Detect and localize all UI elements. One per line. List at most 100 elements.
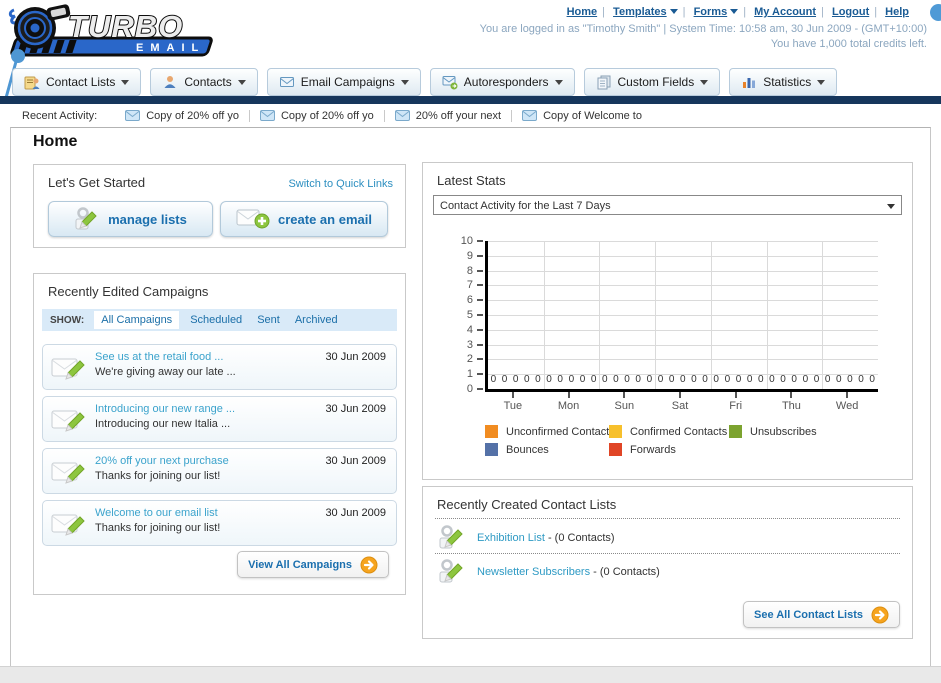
campaign-subject-link[interactable]: Introducing our new range ... (95, 403, 235, 415)
campaign-subject-link[interactable]: 20% off your next purchase (95, 455, 229, 467)
create-an-email-button[interactable]: create an email (220, 201, 388, 237)
recent-activity-label: Recent Activity: (22, 109, 98, 122)
nav-my-account-link[interactable]: My Account (754, 6, 816, 18)
login-status-text: You are logged in as "Timothy Smith" | S… (479, 23, 927, 35)
envelope-pencil-icon (51, 462, 85, 484)
stats-report-select[interactable]: Contact Activity for the Last 7 Days (433, 195, 902, 215)
filter-all-campaigns[interactable]: All Campaigns (94, 311, 180, 329)
x-axis-tick-label: Sun (614, 400, 635, 412)
chart-gridline (488, 285, 878, 287)
x-axis-tick-label: Thu (781, 400, 801, 412)
legend-item: Forwards (609, 443, 676, 456)
envelope-plus-icon (236, 209, 270, 229)
get-started-panel: Let's Get Started Switch to Quick Links … (33, 164, 406, 248)
legend-item: Confirmed Contacts (609, 425, 727, 438)
contact-list-count: - (0 Contacts) (593, 566, 660, 578)
top-nav: Home | Templates | Forms | My Account | Logo… (566, 6, 909, 18)
campaign-subject-link[interactable]: Welcome to our email list (95, 507, 218, 519)
data-value-label: 0 (702, 374, 708, 385)
recent-activity-item[interactable]: Copy of 20% off yo (115, 109, 250, 122)
chart-gridline (488, 359, 878, 361)
nav-home-link[interactable]: Home (567, 6, 598, 18)
campaign-filter-bar: SHOW: All Campaigns Scheduled Sent Archi… (42, 309, 397, 331)
data-value-label: 0 (501, 374, 508, 385)
nav-forms-link[interactable]: Forms (694, 6, 728, 18)
campaign-date: 30 Jun 2009 (325, 455, 386, 467)
envelope-icon (279, 77, 294, 87)
tab-autoresponders[interactable]: Autoresponders (429, 68, 575, 96)
recent-activity-item[interactable]: 20% off your next (385, 109, 513, 122)
arrow-right-circle-icon (360, 556, 378, 573)
y-axis-tick-label: 0 (466, 383, 473, 395)
list-pencil-icon (439, 525, 463, 549)
data-value-label: 0 (568, 374, 575, 385)
y-axis-tick-label: 7 (466, 279, 473, 292)
contact-list-name-link[interactable]: Newsletter Subscribers (477, 566, 590, 578)
x-axis-tick (511, 392, 514, 398)
data-value-label: 0 (802, 374, 809, 385)
chart-gridline (488, 241, 878, 242)
data-value-label: 0 (602, 374, 608, 385)
data-value-label: 0 (579, 374, 586, 385)
contact-list-name-link[interactable]: Exhibition List (477, 532, 545, 544)
data-value-label: 0 (535, 374, 541, 385)
data-value-label: 0 (858, 374, 864, 385)
nav-help-link[interactable]: Help (885, 6, 909, 18)
x-axis-tick-label: Mon (557, 400, 580, 412)
recent-activity-bar: Recent Activity: Copy of 20% off yo Copy… (0, 104, 941, 127)
data-value-label: 0 (635, 374, 641, 385)
data-value-label: 0 (758, 374, 764, 385)
recently-edited-campaigns-panel: Recently Edited Campaigns SHOW: All Camp… (33, 273, 406, 595)
y-axis-tick (477, 269, 483, 272)
campaign-date: 30 Jun 2009 (325, 507, 386, 519)
recent-activity-item[interactable]: Copy of 20% off yo (250, 109, 385, 122)
data-value-label: 0 (668, 374, 675, 385)
data-value-label: 0 (624, 374, 630, 385)
turbo-email-logo: EMAIL TURBO (8, 4, 213, 57)
chevron-down-icon (700, 79, 709, 85)
contact-person-icon (164, 76, 176, 88)
legend-swatch (485, 443, 498, 456)
chart-gridline (488, 255, 878, 257)
legend-item: Unsubscribes (729, 425, 817, 438)
campaign-description: We're giving away our late ... (95, 366, 236, 378)
manage-lists-button[interactable]: manage lists (48, 201, 213, 237)
contact-list-icon (24, 76, 40, 90)
chart-gridline (766, 241, 768, 389)
switch-to-quick-links[interactable]: Switch to Quick Links (288, 178, 393, 190)
chevron-down-icon (121, 79, 130, 85)
y-axis-tick (477, 343, 483, 346)
see-all-contact-lists-button[interactable]: See All Contact Lists (742, 601, 900, 628)
main-content: Home Let's Get Started Switch to Quick L… (10, 127, 931, 668)
nav-logout-link[interactable]: Logout (832, 6, 869, 18)
session-info: You are logged in as "Timothy Smith" | S… (480, 22, 927, 52)
campaign-subject-link[interactable]: See us at the retail food ... (95, 351, 223, 363)
x-axis-tick (679, 392, 681, 398)
filter-scheduled[interactable]: Scheduled (190, 314, 242, 326)
tab-contact-lists[interactable]: Contact Lists (12, 68, 142, 96)
data-value-label: 0 (780, 374, 786, 385)
navy-divider-bar (0, 96, 941, 104)
chart-gridline (488, 300, 878, 302)
recent-activity-item[interactable]: Copy of Welcome to (512, 110, 652, 122)
data-value-label: 0 (791, 374, 797, 385)
campaign-card: Introducing our new range ... Introducin… (42, 396, 397, 442)
tab-contacts[interactable]: Contacts (150, 68, 258, 96)
legend-label: Unconfirmed Contacts (506, 425, 615, 438)
tab-email-campaigns[interactable]: Email Campaigns (266, 68, 421, 96)
filter-archived[interactable]: Archived (295, 314, 338, 326)
chart-gridline (488, 344, 878, 346)
latest-stats-panel: Latest Stats Contact Activity for the La… (422, 162, 913, 480)
y-axis-tick (477, 373, 483, 376)
view-all-campaigns-button[interactable]: View All Campaigns (237, 551, 389, 578)
y-axis-tick-label: 5 (466, 309, 473, 321)
nav-templates-link[interactable]: Templates (613, 6, 667, 18)
filter-sent[interactable]: Sent (257, 314, 280, 326)
legend-label: Confirmed Contacts (630, 425, 728, 438)
tab-statistics[interactable]: Statistics (729, 68, 838, 96)
y-axis-tick-label: 4 (466, 323, 473, 336)
envelope-icon (259, 110, 275, 121)
tab-custom-fields[interactable]: Custom Fields (583, 68, 721, 96)
x-axis-tick (567, 392, 570, 398)
chart-gridline (655, 241, 657, 389)
